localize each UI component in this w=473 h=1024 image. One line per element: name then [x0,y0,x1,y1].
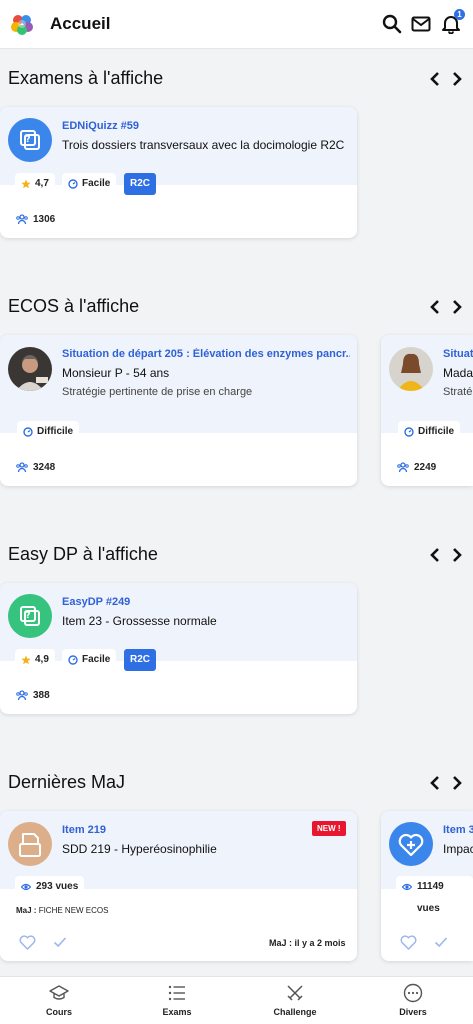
section-title-ecos: ECOS à l'affiche [8,296,140,316]
ecos-card[interactable]: Situat Mada Straté Difficile 2249 [381,335,473,486]
quiz-icon: ? [8,594,52,638]
star-icon [21,179,31,189]
difficulty-chip: Facile [62,173,117,195]
participants-count: 388 [16,690,50,701]
heart-icon[interactable] [400,935,417,950]
users-icon [16,214,28,225]
card-title: Trois dossiers transversaux avec la doci… [62,138,345,152]
nav-item-divers[interactable]: Divers [354,977,472,1024]
list-icon [168,985,185,1001]
card-kicker: Situat [443,348,473,360]
update-note: MaJ : FICHE NEW ECOS [16,906,109,915]
chevron-left-icon[interactable] [428,546,442,564]
crossed-swords-icon [287,985,303,1001]
nav-item-exams[interactable]: Exams [118,977,236,1024]
card-kicker: EDNiQuizz #59 [62,120,140,132]
chevron-right-icon[interactable] [450,546,464,564]
new-badge: NEW ! [312,821,346,836]
r2c-tag: R2C [124,649,157,671]
nav-label: Exams [162,1007,192,1017]
users-icon [16,690,28,701]
chevron-right-icon[interactable] [450,298,464,316]
graduation-cap-icon [49,985,69,1000]
difficulty-chip: Difficile [17,421,80,443]
chevron-right-icon[interactable] [450,774,464,792]
document-icon [8,822,52,866]
participants-count: 2249 [397,462,436,473]
easydp-carousel-arrows [428,546,464,564]
section-title-exams: Examens à l'affiche [8,68,164,88]
svg-text:?: ? [25,135,30,145]
nav-label: Cours [45,1007,72,1017]
svg-text:?: ? [25,611,30,621]
chevron-left-icon[interactable] [428,70,442,88]
chevron-left-icon[interactable] [428,298,442,316]
section-title-updates: Dernières MaJ [8,772,126,792]
card-title: SDD 219 - Hyperéosinophilie [62,842,217,856]
heart-plus-icon [389,822,433,866]
gauge-icon [23,427,33,437]
participants-count: 3248 [16,462,55,473]
mail-icon[interactable] [411,14,431,34]
card-kicker: Item 3 [443,824,473,836]
difficulty-chip: Facile [62,649,117,671]
section-title-easydp: Easy DP à l'affiche [8,544,158,564]
users-icon [16,462,28,473]
app-logo-icon[interactable] [10,13,34,37]
quiz-icon: ? [8,118,52,162]
patient-avatar [8,347,52,391]
card-title: Impac [443,842,473,856]
participants-count: 1306 [16,214,55,225]
nav-item-challenge[interactable]: Challenge [236,977,354,1024]
star-icon [21,655,31,665]
chevron-right-icon[interactable] [450,70,464,88]
top-bar: Accueil 1 [0,0,473,49]
r2c-tag: R2C [124,173,157,195]
bottom-nav: Cours Exams Challenge Divers [0,976,473,1024]
gauge-icon [68,179,78,189]
views-chip: 293 vues [15,876,85,898]
card-kicker: Item 219 [62,824,107,836]
card-kicker: EasyDP #249 [62,596,131,608]
rating-chip: 4,7 [15,173,55,195]
eye-icon [402,883,412,891]
rating-chip: 4,9 [15,649,55,671]
gauge-icon [68,655,78,665]
updates-carousel-arrows [428,774,464,792]
update-card[interactable]: Item 3 Impac 11149 vues [381,811,473,961]
update-card[interactable]: Item 219 SDD 219 - Hyperéosinophilie NEW… [0,811,357,961]
nav-label: Challenge [273,1007,317,1017]
card-subtitle: Stratégie pertinente de prise en charge [62,386,253,398]
nav-label: Divers [399,1007,427,1017]
users-icon [397,462,409,473]
easydp-card[interactable]: ? EasyDP #249 Item 23 - Grossesse normal… [0,583,357,714]
eye-icon [21,883,31,891]
ecos-carousel-arrows [428,298,464,316]
exams-carousel-arrows [428,70,464,88]
card-title: Monsieur P - 54 ans [62,366,170,380]
nav-item-cours[interactable]: Cours [0,977,118,1024]
heart-icon[interactable] [19,935,36,950]
updated-time: MaJ : il y a 2 mois [269,938,346,948]
more-circle-icon [403,983,423,1003]
card-subtitle: Straté [443,386,473,398]
chevron-left-icon[interactable] [428,774,442,792]
check-icon[interactable] [53,936,67,948]
notification-badge: 1 [454,9,465,20]
patient-avatar [389,347,433,391]
difficulty-chip: Difficile [398,421,461,443]
ecos-card[interactable]: Situation de départ 205 : Élévation des … [0,335,357,486]
card-kicker: Situation de départ 205 : Élévation des … [62,348,350,360]
views-chip: 11149 vues [396,876,473,914]
gauge-icon [404,427,414,437]
search-icon[interactable] [382,14,402,34]
exam-card[interactable]: ? EDNiQuizz #59 Trois dossiers transvers… [0,107,357,238]
check-icon[interactable] [434,936,448,948]
card-title: Item 23 - Grossesse normale [62,614,217,628]
card-title: Mada [443,366,473,380]
page-title: Accueil [50,14,111,33]
